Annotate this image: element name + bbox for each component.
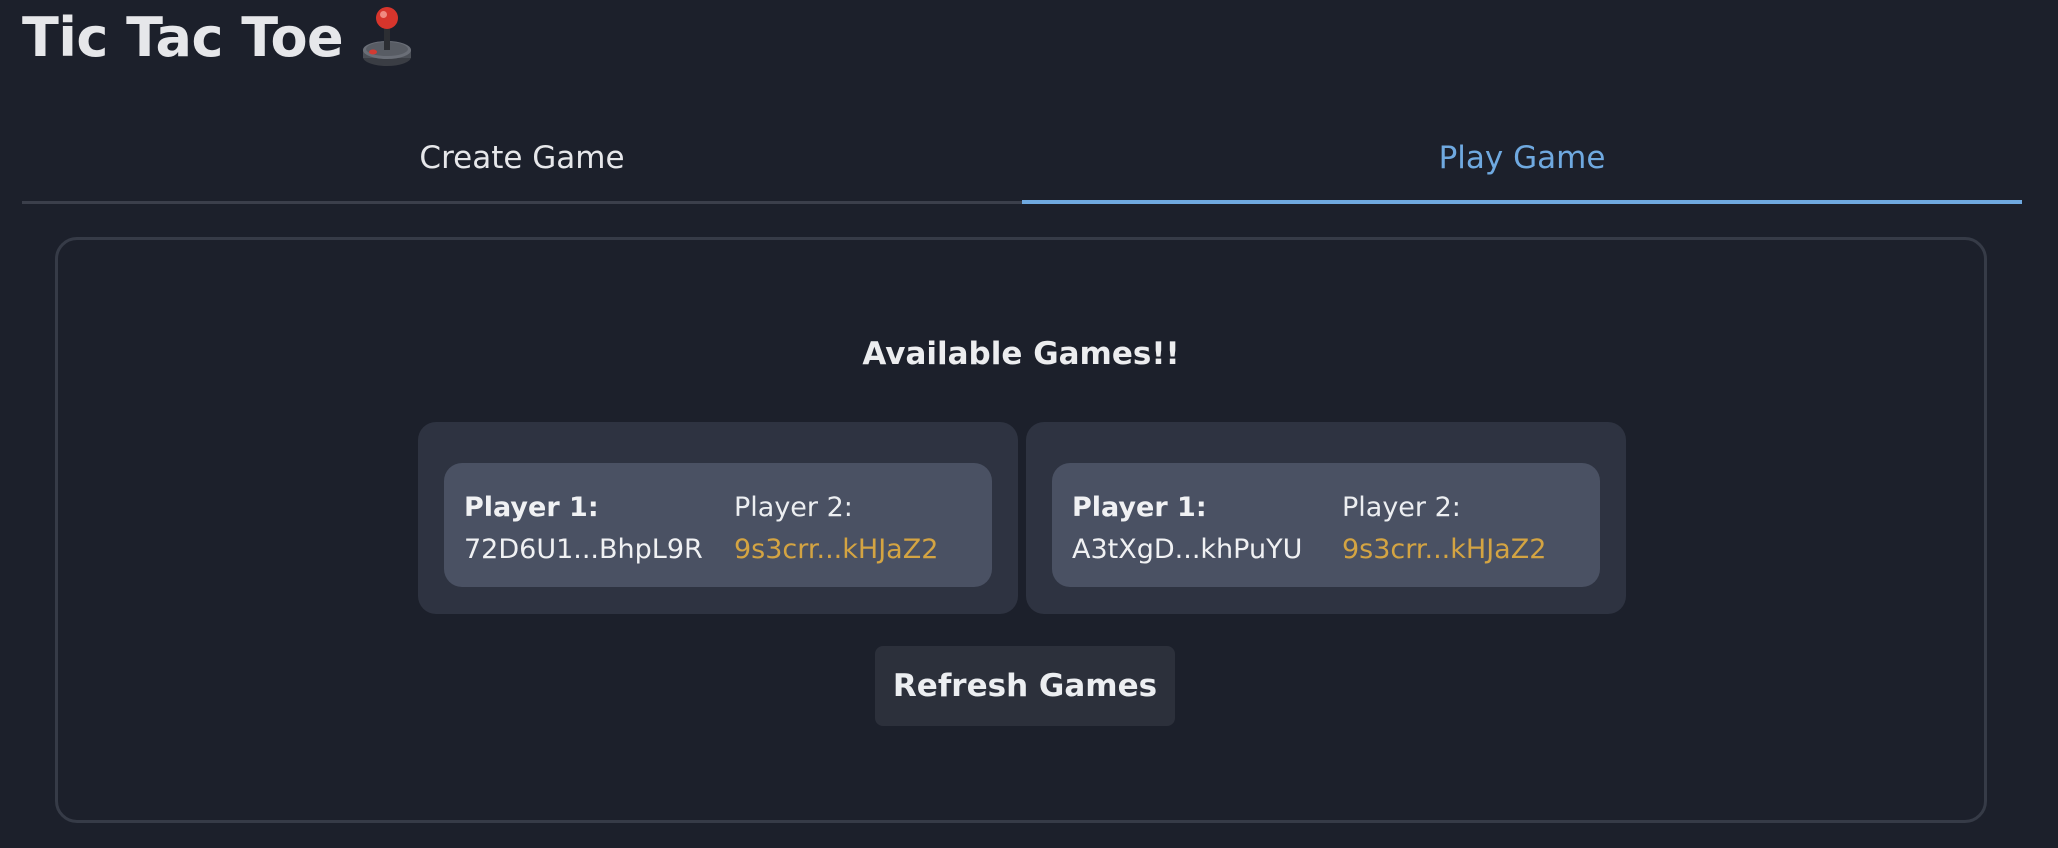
- joystick-icon: [361, 6, 413, 68]
- play-game-panel: Available Games!! Player 1: 72D6U1...Bhp…: [55, 237, 1987, 823]
- player2-label: Player 2:: [1342, 492, 1461, 523]
- game-card[interactable]: Player 1: A3tXgD...khPuYU Player 2: 9s3c…: [1026, 422, 1626, 614]
- game-card-inner[interactable]: Player 1: 72D6U1...BhpL9R Player 2: 9s3c…: [444, 463, 992, 587]
- tab-play-game[interactable]: Play Game: [1022, 118, 2022, 204]
- player1-address: A3tXgD...khPuYU: [1072, 534, 1303, 565]
- refresh-games-button[interactable]: Refresh Games: [875, 646, 1175, 726]
- player2-label: Player 2:: [734, 492, 853, 523]
- player2-address: 9s3crr...kHJaZ2: [734, 534, 939, 565]
- player1-label: Player 1:: [464, 492, 599, 523]
- player1-info: Player 1: 72D6U1...BhpL9R: [464, 487, 703, 571]
- available-games-heading: Available Games!!: [862, 336, 1180, 372]
- game-tabs: Create Game Play Game: [22, 118, 2022, 204]
- player1-address: 72D6U1...BhpL9R: [464, 534, 703, 565]
- app-title: Tic Tac Toe: [22, 5, 344, 69]
- player1-label: Player 1:: [1072, 492, 1207, 523]
- app-header: Tic Tac Toe: [22, 2, 413, 72]
- game-card[interactable]: Player 1: 72D6U1...BhpL9R Player 2: 9s3c…: [418, 422, 1018, 614]
- player2-info: Player 2: 9s3crr...kHJaZ2: [1342, 487, 1546, 571]
- tab-create-game[interactable]: Create Game: [22, 118, 1022, 204]
- player1-info: Player 1: A3tXgD...khPuYU: [1072, 487, 1302, 571]
- player2-address: 9s3crr...kHJaZ2: [1342, 534, 1547, 565]
- player2-info: Player 2: 9s3crr...kHJaZ2: [734, 487, 938, 571]
- game-card-inner[interactable]: Player 1: A3tXgD...khPuYU Player 2: 9s3c…: [1052, 463, 1600, 587]
